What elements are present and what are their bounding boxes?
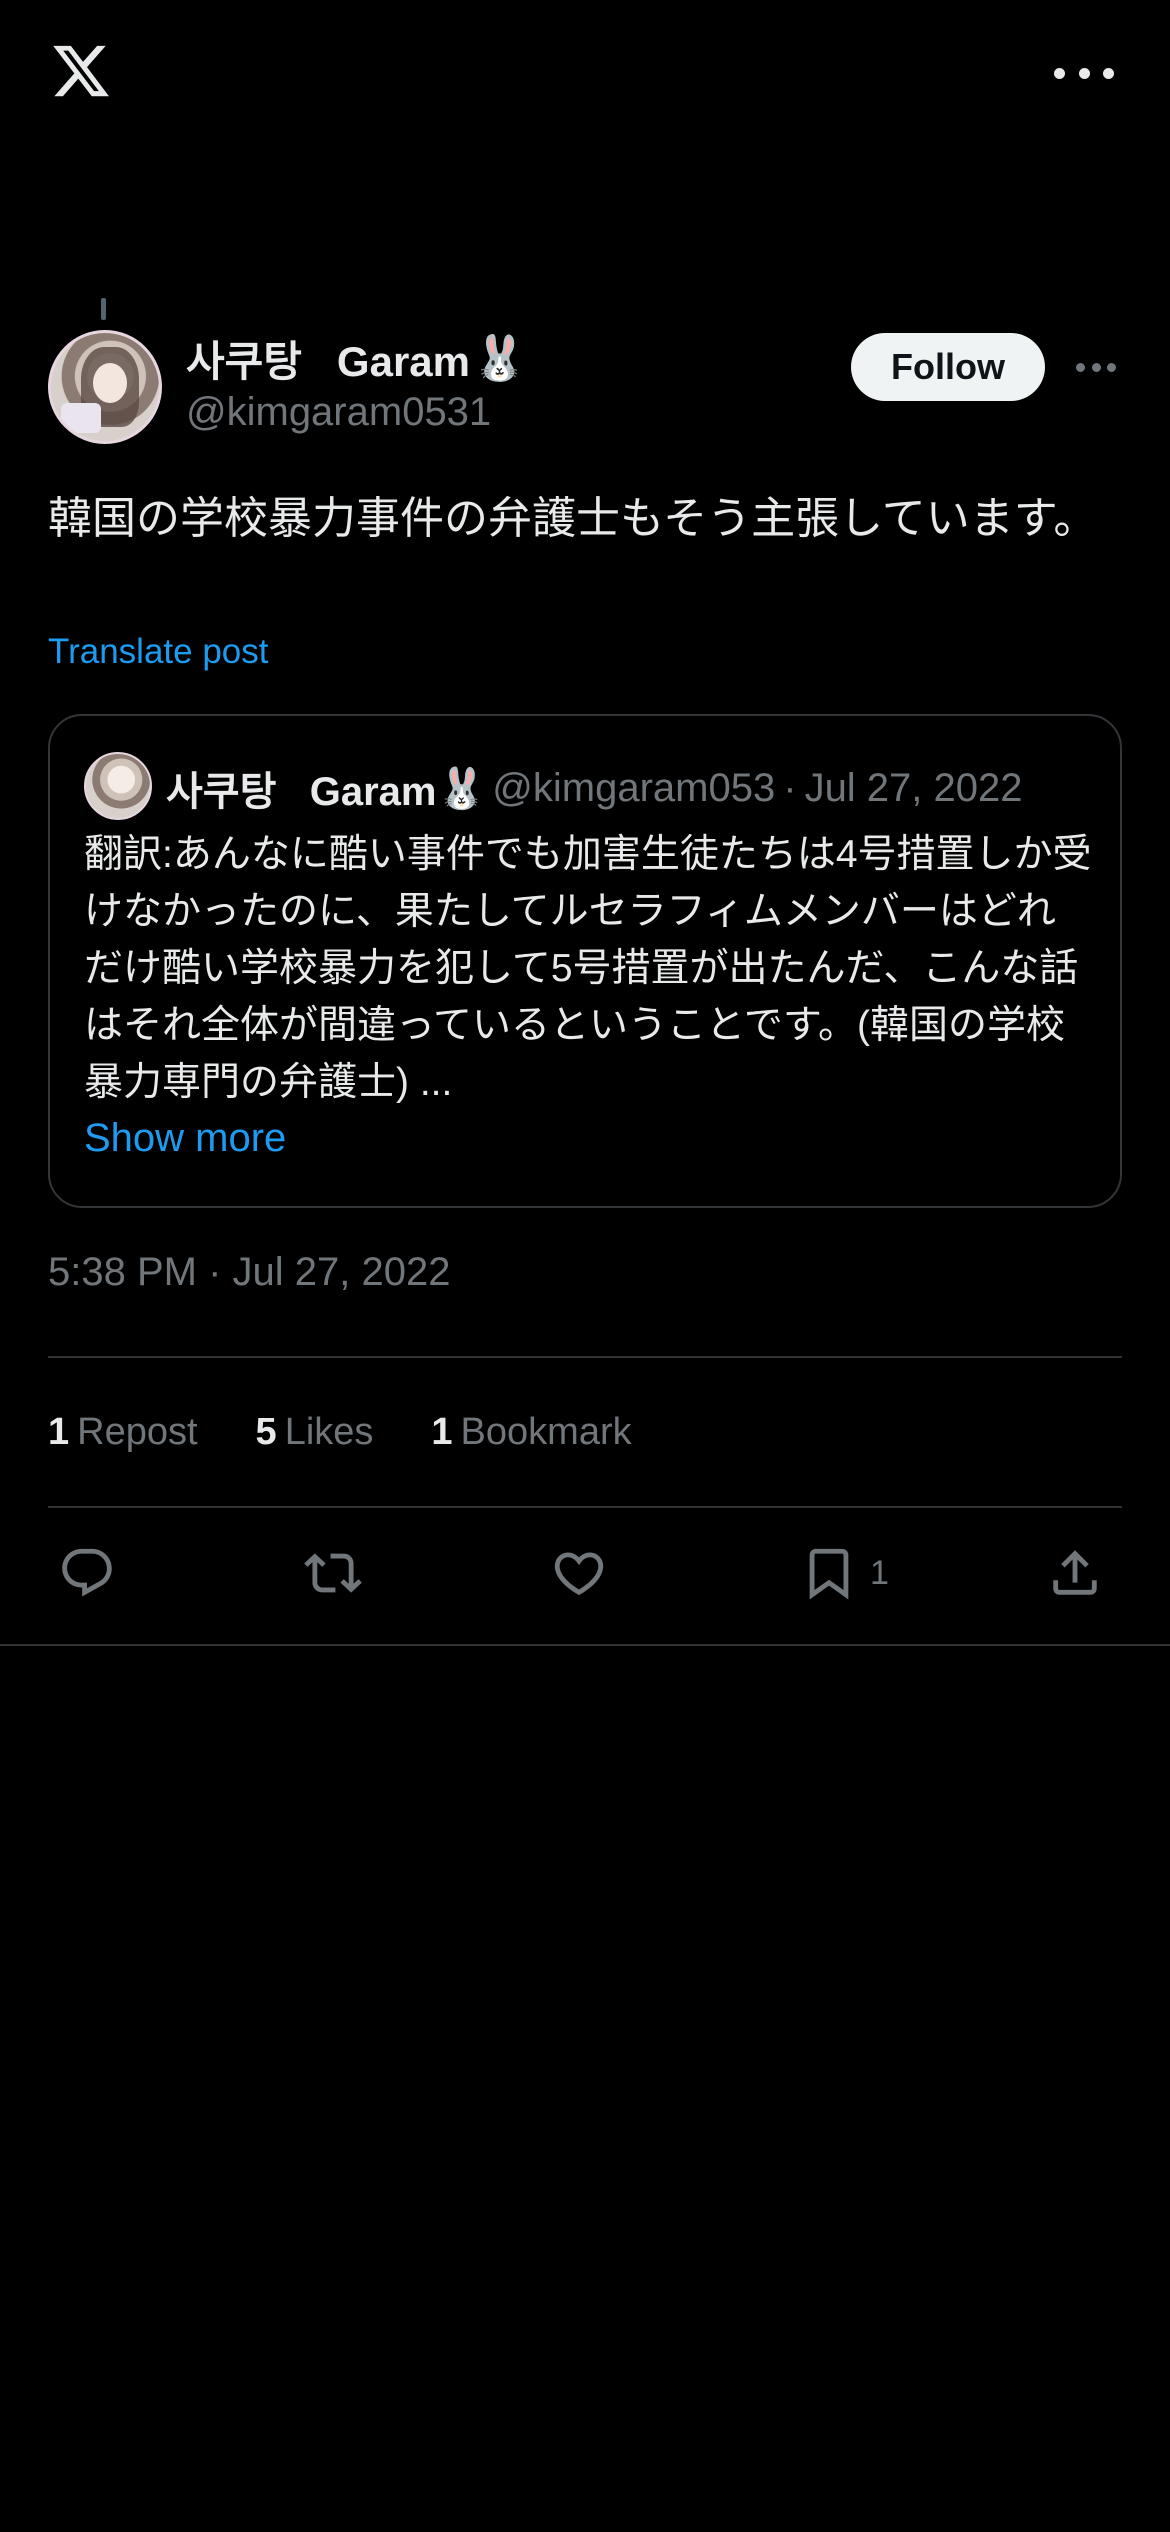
repost-icon[interactable] bbox=[304, 1538, 362, 1608]
post-text: 韓国の学校暴力事件の弁護士もそう主張しています。 bbox=[48, 494, 1098, 543]
bookmarks-stat[interactable]: 1 Bookmark bbox=[431, 1411, 631, 1454]
translate-post-link[interactable]: Translate post bbox=[48, 632, 268, 672]
rabbit-emoji-icon: 🐰 bbox=[472, 334, 527, 383]
quoted-handle: @kimgaram053 bbox=[492, 765, 776, 810]
author-handle[interactable]: @kimgaram0531 bbox=[186, 390, 491, 435]
top-bar bbox=[0, 0, 1170, 150]
bookmark-button[interactable]: 1 bbox=[800, 1538, 889, 1608]
divider bbox=[48, 1356, 1122, 1358]
bookmarks-count: 1 bbox=[431, 1410, 453, 1453]
action-bar: 1 bbox=[48, 1538, 1122, 1608]
thread-connector-line bbox=[101, 298, 106, 320]
author-name-line[interactable]: 사쿠탕 Garam 🐰 bbox=[186, 330, 527, 386]
post-more-icon[interactable] bbox=[1076, 360, 1116, 374]
separator-dot: · bbox=[783, 765, 797, 810]
bookmark-count: 1 bbox=[870, 1553, 889, 1592]
post-author-row: 사쿠탕 Garam 🐰 @kimgaram0531 Follow bbox=[48, 330, 1122, 450]
quoted-post-card[interactable]: 사쿠탕 Garam 🐰 @kimgaram053 · Jul 27, 2022 … bbox=[48, 714, 1122, 1208]
share-icon[interactable] bbox=[1046, 1538, 1104, 1608]
show-more-link[interactable]: Show more bbox=[84, 1116, 286, 1161]
reposts-count: 1 bbox=[48, 1410, 70, 1453]
quoted-display-name: 사쿠탕 Garam bbox=[166, 770, 437, 814]
avatar[interactable] bbox=[48, 330, 162, 444]
post-timestamp[interactable]: 5:38 PM · Jul 27, 2022 bbox=[48, 1250, 450, 1295]
likes-count: 5 bbox=[255, 1410, 277, 1453]
bookmark-icon bbox=[809, 1548, 849, 1600]
rabbit-emoji-icon: 🐰 bbox=[436, 766, 487, 811]
quoted-post-text: 翻訳:あんなに酷い事件でも加害生徒たちは4号措置しか受けなかったのに、果たしてル… bbox=[84, 833, 1092, 1104]
reply-icon[interactable] bbox=[58, 1538, 116, 1608]
more-options-icon[interactable] bbox=[1054, 58, 1114, 88]
likes-stat[interactable]: 5 Likes bbox=[256, 1411, 374, 1454]
reposts-stat[interactable]: 1 Repost bbox=[48, 1411, 198, 1454]
bookmarks-label: Bookmark bbox=[460, 1410, 632, 1453]
heart-icon[interactable] bbox=[550, 1538, 608, 1608]
x-logo-icon[interactable] bbox=[48, 40, 114, 102]
quoted-date: Jul 27, 2022 bbox=[804, 765, 1023, 810]
quoted-avatar bbox=[84, 752, 152, 820]
divider bbox=[48, 1506, 1122, 1508]
likes-label: Likes bbox=[284, 1410, 374, 1453]
divider bbox=[0, 1644, 1170, 1646]
engagement-stats: 1 Repost 5 Likes 1 Bookmark bbox=[48, 1402, 690, 1462]
quoted-post-header: 사쿠탕 Garam 🐰 @kimgaram053 · Jul 27, 2022 bbox=[166, 758, 1116, 818]
follow-button[interactable]: Follow bbox=[851, 333, 1045, 401]
reposts-label: Repost bbox=[77, 1410, 198, 1453]
author-display-name[interactable]: 사쿠탕 Garam bbox=[186, 328, 470, 389]
